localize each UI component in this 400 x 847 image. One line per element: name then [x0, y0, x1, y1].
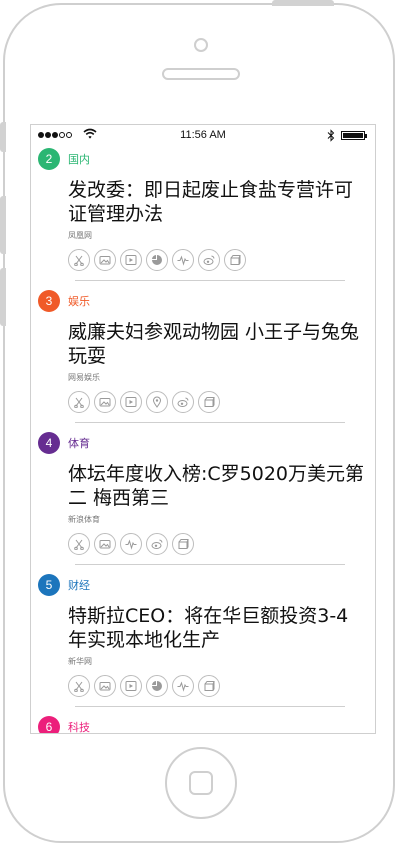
news-source: 网易娱乐: [68, 373, 100, 382]
scissors-icon[interactable]: [68, 533, 90, 555]
category-label[interactable]: 娱乐: [68, 293, 90, 309]
status-bar: 11:56 AM: [31, 125, 375, 147]
rank-badge: 4: [38, 432, 60, 454]
front-camera: [194, 38, 208, 52]
location-pin-icon[interactable]: [146, 391, 168, 413]
news-feed: 2 国内 发改委：即日起废止食盐专营许可证管理办法 凤凰网 3 娱乐 威廉夫妇参…: [31, 147, 375, 733]
mute-switch: [0, 122, 6, 152]
media-icon-row: [68, 533, 375, 555]
rank-badge: 2: [38, 148, 60, 170]
weibo-icon[interactable]: [172, 391, 194, 413]
item-header: 3 娱乐: [38, 289, 375, 313]
pie-chart-icon[interactable]: [146, 675, 168, 697]
media-icon-row: [68, 249, 375, 271]
weibo-icon[interactable]: [146, 533, 168, 555]
video-icon[interactable]: [120, 391, 142, 413]
news-item[interactable]: 5 财经 特斯拉CEO：将在华巨额投资3-4年实现本地化生产 新华网: [31, 573, 375, 715]
news-source: 凤凰网: [68, 231, 92, 240]
box-icon[interactable]: [224, 249, 246, 271]
category-label[interactable]: 体育: [68, 435, 90, 451]
scissors-icon[interactable]: [68, 391, 90, 413]
category-label[interactable]: 国内: [68, 151, 90, 167]
headline[interactable]: 特斯拉CEO：将在华巨额投资3-4年实现本地化生产: [68, 604, 367, 652]
battery-icon: [341, 131, 365, 140]
pulse-icon[interactable]: [172, 249, 194, 271]
status-time: 11:56 AM: [180, 129, 226, 141]
image-icon[interactable]: [94, 391, 116, 413]
headline[interactable]: 威廉夫妇参观动物园 小王子与兔兔玩耍: [68, 320, 367, 368]
image-icon[interactable]: [94, 675, 116, 697]
volume-up-button: [0, 196, 6, 254]
image-icon[interactable]: [94, 249, 116, 271]
news-item[interactable]: 6 科技 中国89个在线教育获投资 总额: [31, 715, 375, 733]
earpiece-speaker: [162, 68, 240, 80]
scissors-icon[interactable]: [68, 249, 90, 271]
category-label[interactable]: 财经: [68, 577, 90, 593]
category-label[interactable]: 科技: [68, 719, 90, 733]
home-square-icon: [189, 771, 213, 795]
rank-badge: 5: [38, 574, 60, 596]
power-button: [272, 0, 334, 6]
news-source: 新华网: [68, 657, 92, 666]
image-icon[interactable]: [94, 533, 116, 555]
screen: 11:56 AM 2 国内 发改委：即日起废止食盐专营许可证管理办法 凤凰网 3…: [30, 124, 376, 734]
item-header: 6 科技: [38, 715, 375, 733]
home-button[interactable]: [165, 747, 237, 819]
media-icon-row: [68, 675, 375, 697]
news-item[interactable]: 3 娱乐 威廉夫妇参观动物园 小王子与兔兔玩耍 网易娱乐: [31, 289, 375, 431]
pulse-icon[interactable]: [120, 533, 142, 555]
item-header: 4 体育: [38, 431, 375, 455]
video-icon[interactable]: [120, 249, 142, 271]
headline[interactable]: 发改委：即日起废止食盐专营许可证管理办法: [68, 178, 367, 226]
volume-down-button: [0, 268, 6, 326]
battery-tip: [365, 134, 367, 138]
headline[interactable]: 体坛年度收入榜:C罗5020万美元第二 梅西第三: [68, 462, 367, 510]
bluetooth-icon: [327, 129, 335, 142]
scissors-icon[interactable]: [68, 675, 90, 697]
box-icon[interactable]: [198, 391, 220, 413]
news-source: 新浪体育: [68, 515, 100, 524]
item-header: 5 财经: [38, 573, 375, 597]
rank-badge: 3: [38, 290, 60, 312]
pulse-icon[interactable]: [172, 675, 194, 697]
rank-badge: 6: [38, 716, 60, 733]
video-icon[interactable]: [120, 675, 142, 697]
weibo-icon[interactable]: [198, 249, 220, 271]
box-icon[interactable]: [172, 533, 194, 555]
media-icon-row: [68, 391, 375, 413]
item-header: 2 国内: [38, 147, 375, 171]
news-item[interactable]: 2 国内 发改委：即日起废止食盐专营许可证管理办法 凤凰网: [31, 147, 375, 289]
news-item[interactable]: 4 体育 体坛年度收入榜:C罗5020万美元第二 梅西第三 新浪体育: [31, 431, 375, 573]
pie-chart-icon[interactable]: [146, 249, 168, 271]
box-icon[interactable]: [198, 675, 220, 697]
